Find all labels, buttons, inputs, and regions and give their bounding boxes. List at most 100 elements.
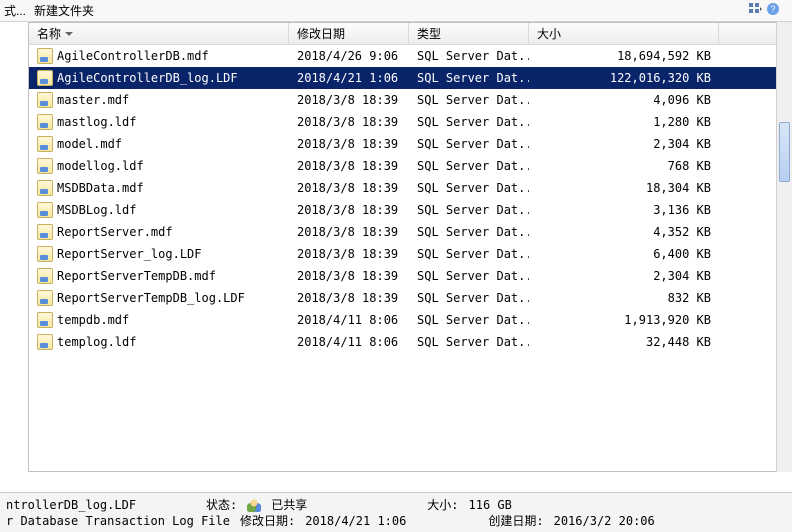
shared-icon: [247, 498, 261, 512]
file-row[interactable]: templog.ldf2018/4/11 8:06SQL Server Dat.…: [29, 331, 783, 353]
db-file-icon: [37, 48, 53, 64]
file-date-cell: 2018/3/8 18:39: [289, 159, 409, 173]
file-row[interactable]: modellog.ldf2018/3/8 18:39SQL Server Dat…: [29, 155, 783, 177]
new-folder-button[interactable]: 新建文件夹: [34, 2, 94, 19]
status-bar: ntrollerDB_log.LDF 状态: 已共享 大小: 116 GB r …: [0, 492, 792, 532]
status-size-value: 116 GB: [469, 498, 512, 512]
status-size-label: 大小:: [427, 496, 458, 513]
svg-text:?: ?: [770, 4, 775, 14]
file-date-cell: 2018/3/8 18:39: [289, 181, 409, 195]
file-name-cell[interactable]: MSDBLog.ldf: [29, 202, 289, 218]
column-header-name-label: 名称: [37, 25, 61, 42]
db-file-icon: [37, 92, 53, 108]
file-size-cell: 18,694,592 KB: [529, 49, 719, 63]
file-size-cell: 4,352 KB: [529, 225, 719, 239]
file-name-cell[interactable]: ReportServerTempDB.mdf: [29, 268, 289, 284]
file-name-cell[interactable]: templog.ldf: [29, 334, 289, 350]
file-name-cell[interactable]: ReportServer.mdf: [29, 224, 289, 240]
db-file-icon: [37, 202, 53, 218]
db-file-icon: [37, 268, 53, 284]
scrollbar-thumb[interactable]: [779, 122, 790, 182]
file-type-cell: SQL Server Dat...: [409, 93, 529, 107]
file-row[interactable]: ReportServerTempDB.mdf2018/3/8 18:39SQL …: [29, 265, 783, 287]
toolbar-left-truncated: 式...: [4, 2, 26, 19]
file-name-cell[interactable]: tempdb.mdf: [29, 312, 289, 328]
file-type-cell: SQL Server Dat...: [409, 159, 529, 173]
file-row[interactable]: master.mdf2018/3/8 18:39SQL Server Dat..…: [29, 89, 783, 111]
file-row[interactable]: model.mdf2018/3/8 18:39SQL Server Dat...…: [29, 133, 783, 155]
column-header-date[interactable]: 修改日期: [289, 23, 409, 44]
file-size-cell: 768 KB: [529, 159, 719, 173]
file-name-cell[interactable]: AgileControllerDB.mdf: [29, 48, 289, 64]
file-name-text: ReportServerTempDB_log.LDF: [57, 291, 245, 305]
column-header-size[interactable]: 大小: [529, 23, 719, 44]
db-file-icon: [37, 70, 53, 86]
db-file-icon: [37, 334, 53, 350]
view-mode-icon[interactable]: [748, 2, 762, 19]
db-file-icon: [37, 180, 53, 196]
file-name-text: ReportServer_log.LDF: [57, 247, 202, 261]
file-type-cell: SQL Server Dat...: [409, 335, 529, 349]
file-size-cell: 2,304 KB: [529, 137, 719, 151]
vertical-scrollbar[interactable]: [776, 22, 792, 472]
file-name-cell[interactable]: AgileControllerDB_log.LDF: [29, 70, 289, 86]
file-row[interactable]: tempdb.mdf2018/4/11 8:06SQL Server Dat..…: [29, 309, 783, 331]
toolbar: 式... 新建文件夹 ?: [0, 0, 792, 22]
column-header-name[interactable]: 名称: [29, 23, 289, 44]
column-header-type[interactable]: 类型: [409, 23, 529, 44]
file-name-cell[interactable]: ReportServerTempDB_log.LDF: [29, 290, 289, 306]
file-date-cell: 2018/3/8 18:39: [289, 225, 409, 239]
file-name-cell[interactable]: master.mdf: [29, 92, 289, 108]
file-name-text: ReportServer.mdf: [57, 225, 173, 239]
file-row[interactable]: AgileControllerDB_log.LDF 2018/4/21 1:06S…: [29, 67, 783, 89]
file-name-text: MSDBData.mdf: [57, 181, 144, 195]
db-file-icon: [37, 224, 53, 240]
file-list[interactable]: AgileControllerDB.mdf2018/4/26 9:06SQL S…: [29, 45, 783, 471]
file-size-cell: 1,280 KB: [529, 115, 719, 129]
file-name-cell[interactable]: MSDBData.mdf: [29, 180, 289, 196]
file-size-cell: 32,448 KB: [529, 335, 719, 349]
file-row[interactable]: MSDBData.mdf2018/3/8 18:39SQL Server Dat…: [29, 177, 783, 199]
status-state-value: 已共享: [271, 496, 307, 513]
file-size-cell: 3,136 KB: [529, 203, 719, 217]
file-row[interactable]: mastlog.ldf2018/3/8 18:39SQL Server Dat.…: [29, 111, 783, 133]
file-name-text: MSDBLog.ldf: [57, 203, 136, 217]
status-created-value: 2016/3/2 20:06: [554, 514, 655, 528]
file-name-text: AgileControllerDB_log.LDF: [57, 71, 238, 85]
file-type-cell: SQL Server Dat...: [409, 313, 529, 327]
status-mod-label: 修改日期:: [240, 512, 295, 529]
file-name-text: ReportServerTempDB.mdf: [57, 269, 216, 283]
file-name-cell[interactable]: modellog.ldf: [29, 158, 289, 174]
file-row[interactable]: ReportServerTempDB_log.LDF2018/3/8 18:39…: [29, 287, 783, 309]
file-size-cell: 832 KB: [529, 291, 719, 305]
file-date-cell: 2018/3/8 18:39: [289, 115, 409, 129]
file-type-cell: SQL Server Dat...: [409, 115, 529, 129]
column-header-type-label: 类型: [417, 25, 441, 42]
file-type-cell: SQL Server Dat...: [409, 137, 529, 151]
file-name-cell[interactable]: mastlog.ldf: [29, 114, 289, 130]
file-name-cell[interactable]: ReportServer_log.LDF: [29, 246, 289, 262]
file-type-cell: SQL Server Dat...: [409, 203, 529, 217]
file-name-text: master.mdf: [57, 93, 129, 107]
file-type-cell: SQL Server Dat...: [409, 291, 529, 305]
file-row[interactable]: ReportServer_log.LDF 2018/3/8 18:39SQL Se…: [29, 243, 783, 265]
file-row[interactable]: MSDBLog.ldf 2018/3/8 18:39SQL Server Dat.…: [29, 199, 783, 221]
file-size-cell: 18,304 KB: [529, 181, 719, 195]
file-row[interactable]: ReportServer.mdf2018/3/8 18:39SQL Server…: [29, 221, 783, 243]
file-size-cell: 2,304 KB: [529, 269, 719, 283]
file-date-cell: 2018/4/21 1:06: [289, 71, 409, 85]
file-date-cell: 2018/3/8 18:39: [289, 203, 409, 217]
file-type-cell: SQL Server Dat...: [409, 247, 529, 261]
file-type-cell: SQL Server Dat...: [409, 71, 529, 85]
column-header-date-label: 修改日期: [297, 25, 345, 42]
status-type-line: r Database Transaction Log File: [6, 514, 230, 528]
help-icon[interactable]: ?: [766, 2, 780, 19]
file-row[interactable]: AgileControllerDB.mdf2018/4/26 9:06SQL S…: [29, 45, 783, 67]
file-name-cell[interactable]: model.mdf: [29, 136, 289, 152]
file-date-cell: 2018/3/8 18:39: [289, 247, 409, 261]
column-header-size-label: 大小: [537, 25, 561, 42]
file-name-text: model.mdf: [57, 137, 122, 151]
file-type-cell: SQL Server Dat...: [409, 269, 529, 283]
db-file-icon: [37, 136, 53, 152]
db-file-icon: [37, 114, 53, 130]
